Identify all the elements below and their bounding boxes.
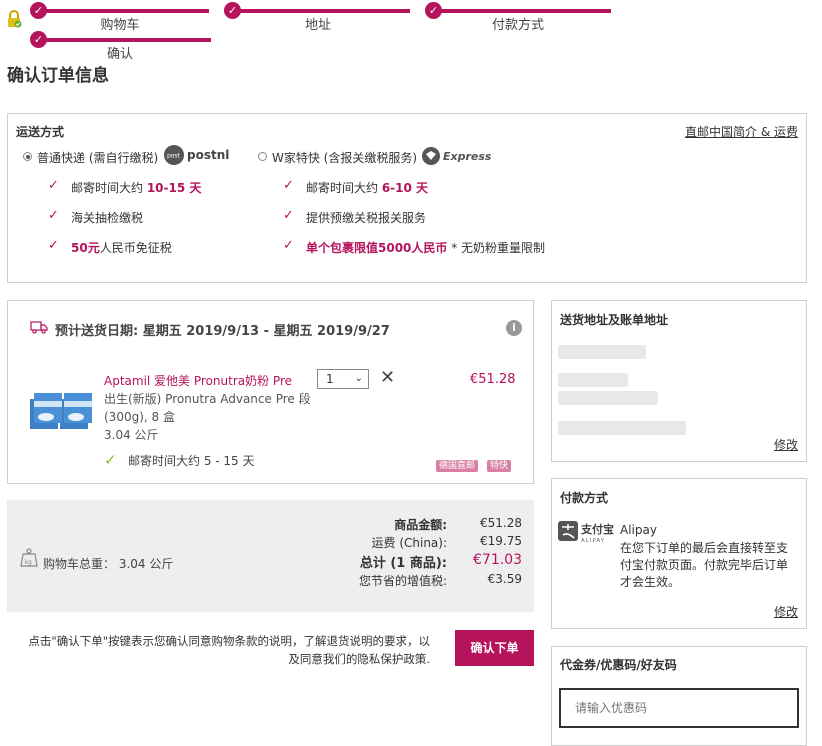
product-desc-line1: 出生(新版) Pronutra Advance Pre 段 xyxy=(104,392,311,406)
remove-item-icon[interactable]: ✕ xyxy=(380,367,395,388)
shipping-info-link[interactable]: 直邮中国简介 & 运费 xyxy=(685,123,798,140)
express-shipping-label[interactable]: W家特快 (含报关缴税服务) xyxy=(272,149,417,166)
radio-express-shipping[interactable] xyxy=(258,152,267,161)
tag-germany-direct: 德国直邮 xyxy=(436,460,479,472)
step-check-icon: ✓ xyxy=(425,2,442,19)
address-title: 送货地址及账单地址 xyxy=(560,313,669,327)
quantity-value: 1 xyxy=(326,372,334,386)
quantity-select[interactable]: 1 ⌄ xyxy=(317,369,369,389)
step-label-confirm: 确认 xyxy=(106,47,133,62)
total-label: 总计 (1 商品): xyxy=(359,556,447,571)
check-icon: ✓ xyxy=(283,178,294,193)
page-title: 确认订单信息 xyxy=(7,66,109,86)
svg-text:ALIPAY: ALIPAY xyxy=(581,538,605,544)
info-icon[interactable]: i xyxy=(506,320,522,336)
blurred-address-line xyxy=(558,345,646,359)
payment-title: 付款方式 xyxy=(560,491,609,505)
payment-desc-line: 付宝付款页面。付款完毕后订单 xyxy=(620,558,789,572)
check-icon: ✓ xyxy=(104,451,117,469)
delivery-date: 预计送货日期: 星期五 2019/9/13 - 星期五 2019/9/27 xyxy=(55,324,390,339)
coupon-input[interactable] xyxy=(559,688,799,728)
express-feature-time: 邮寄时间大约 6-10 天 xyxy=(306,181,429,195)
express-feature-limit: 单个包裹限值5000人民币 * 无奶粉重量限制 xyxy=(306,241,546,255)
check-icon: ✓ xyxy=(48,208,59,223)
step-bar-cart xyxy=(38,9,209,13)
shipping-fee-label: 运费 (China): xyxy=(371,536,448,550)
check-icon: ✓ xyxy=(283,238,294,253)
order-items-panel: 预计送货日期: 星期五 2019/9/13 - 星期五 2019/9/27 i … xyxy=(7,300,534,484)
step-bar-confirm xyxy=(38,38,211,42)
payment-desc: 在您下订单的最后会直接转至支 付宝付款页面。付款完毕后订单 才会生效。 xyxy=(620,540,788,591)
shipping-fee-value: €19.75 xyxy=(480,534,522,548)
blurred-address-line xyxy=(558,421,686,435)
check-icon: ✓ xyxy=(48,238,59,253)
step-check-icon: ✓ xyxy=(30,2,47,19)
svg-text:Express: Express xyxy=(443,150,492,163)
standard-feature-taxfree: 50元人民币免征税 xyxy=(71,241,172,255)
svg-text:kg: kg xyxy=(25,559,32,566)
payment-edit-link[interactable]: 修改 xyxy=(774,603,798,620)
radio-standard-shipping[interactable] xyxy=(23,152,32,161)
svg-text:支付宝: 支付宝 xyxy=(580,522,614,536)
standard-feature-customs: 海关抽检缴税 xyxy=(71,211,144,225)
terms-note-line1: 点击"确认下单"按键表示您确认同意购物条款的说明，了解退货说明的要求，以 xyxy=(28,634,430,648)
shipping-title: 运送方式 xyxy=(16,125,65,139)
truck-icon xyxy=(30,320,48,334)
secure-lock-icon xyxy=(6,10,22,28)
subtotal-value: €51.28 xyxy=(480,516,522,530)
check-icon: ✓ xyxy=(283,208,294,223)
express-feature-customs: 提供预缴关税报关服务 xyxy=(306,211,427,225)
step-label-payment[interactable]: 付款方式 xyxy=(458,14,578,33)
product-desc-line2: (300g), 8 盒 xyxy=(104,410,175,424)
coupon-panel: 代金券/优惠码/好友码 xyxy=(551,646,807,746)
item-ship-time: 邮寄时间大约 5 - 15 天 xyxy=(128,454,255,468)
shipping-method-panel: 运送方式 直邮中国简介 & 运费 普通快递 (需自行缴税) post postn… xyxy=(7,113,807,283)
postnl-logo-icon: post postnl xyxy=(163,144,233,166)
cart-weight: 购物车总重： 3.04 公斤 xyxy=(43,557,174,571)
product-image[interactable] xyxy=(28,391,94,435)
standard-feature-time: 邮寄时间大约 10-15 天 xyxy=(71,181,202,195)
order-summary-panel: kg 购物车总重： 3.04 公斤 商品金额: €51.28 运费 (China… xyxy=(7,500,534,612)
step-check-icon: ✓ xyxy=(224,2,241,19)
svg-text:postnl: postnl xyxy=(187,148,229,162)
vat-saved-label: 您节省的增值税: xyxy=(358,574,447,588)
blurred-address-line xyxy=(558,373,628,387)
payment-panel: 付款方式 支付宝 ALIPAY Alipay 在您下订单的最后会直接转至支 付宝… xyxy=(551,478,807,629)
blurred-address-line xyxy=(558,391,658,405)
step-check-icon: ✓ xyxy=(30,31,47,48)
address-panel: 送货地址及账单地址 修改 xyxy=(551,300,807,462)
step-bar-address xyxy=(232,9,410,13)
payment-desc-line: 在您下订单的最后会直接转至支 xyxy=(620,541,789,555)
product-name[interactable]: Aptamil 爱他美 Pronutra奶粉 Pre xyxy=(104,372,292,389)
product-weight: 3.04 公斤 xyxy=(104,428,159,442)
payment-desc-line: 才会生效。 xyxy=(620,575,681,589)
payment-name: Alipay xyxy=(620,523,657,537)
item-price: €51.28 xyxy=(470,372,516,387)
chevron-down-icon: ⌄ xyxy=(354,373,363,384)
subtotal-label: 商品金额: xyxy=(394,518,447,532)
terms-note-line2: 及同意我们的隐私保护政策. xyxy=(288,652,430,666)
coupon-title: 代金券/优惠码/好友码 xyxy=(560,658,677,672)
weight-icon: kg xyxy=(20,548,38,568)
standard-shipping-label[interactable]: 普通快递 (需自行缴税) xyxy=(37,149,158,166)
step-label-address[interactable]: 地址 xyxy=(258,14,378,33)
step-bar-payment xyxy=(433,9,611,13)
check-icon: ✓ xyxy=(48,178,59,193)
tag-express: 特快 xyxy=(487,460,512,472)
svg-text:post: post xyxy=(167,153,181,160)
alipay-logo-icon: 支付宝 ALIPAY xyxy=(558,519,620,545)
address-edit-link[interactable]: 修改 xyxy=(774,436,798,453)
confirm-order-button[interactable]: 确认下单 xyxy=(455,630,534,666)
terms-note: 点击"确认下单"按键表示您确认同意购物条款的说明，了解退货说明的要求，以 及同意… xyxy=(8,632,430,668)
step-label-cart[interactable]: 购物车 xyxy=(60,14,180,33)
vat-saved-value: €3.59 xyxy=(487,572,522,586)
total-value: €71.03 xyxy=(473,552,522,568)
express-logo-icon: Express xyxy=(421,145,501,167)
